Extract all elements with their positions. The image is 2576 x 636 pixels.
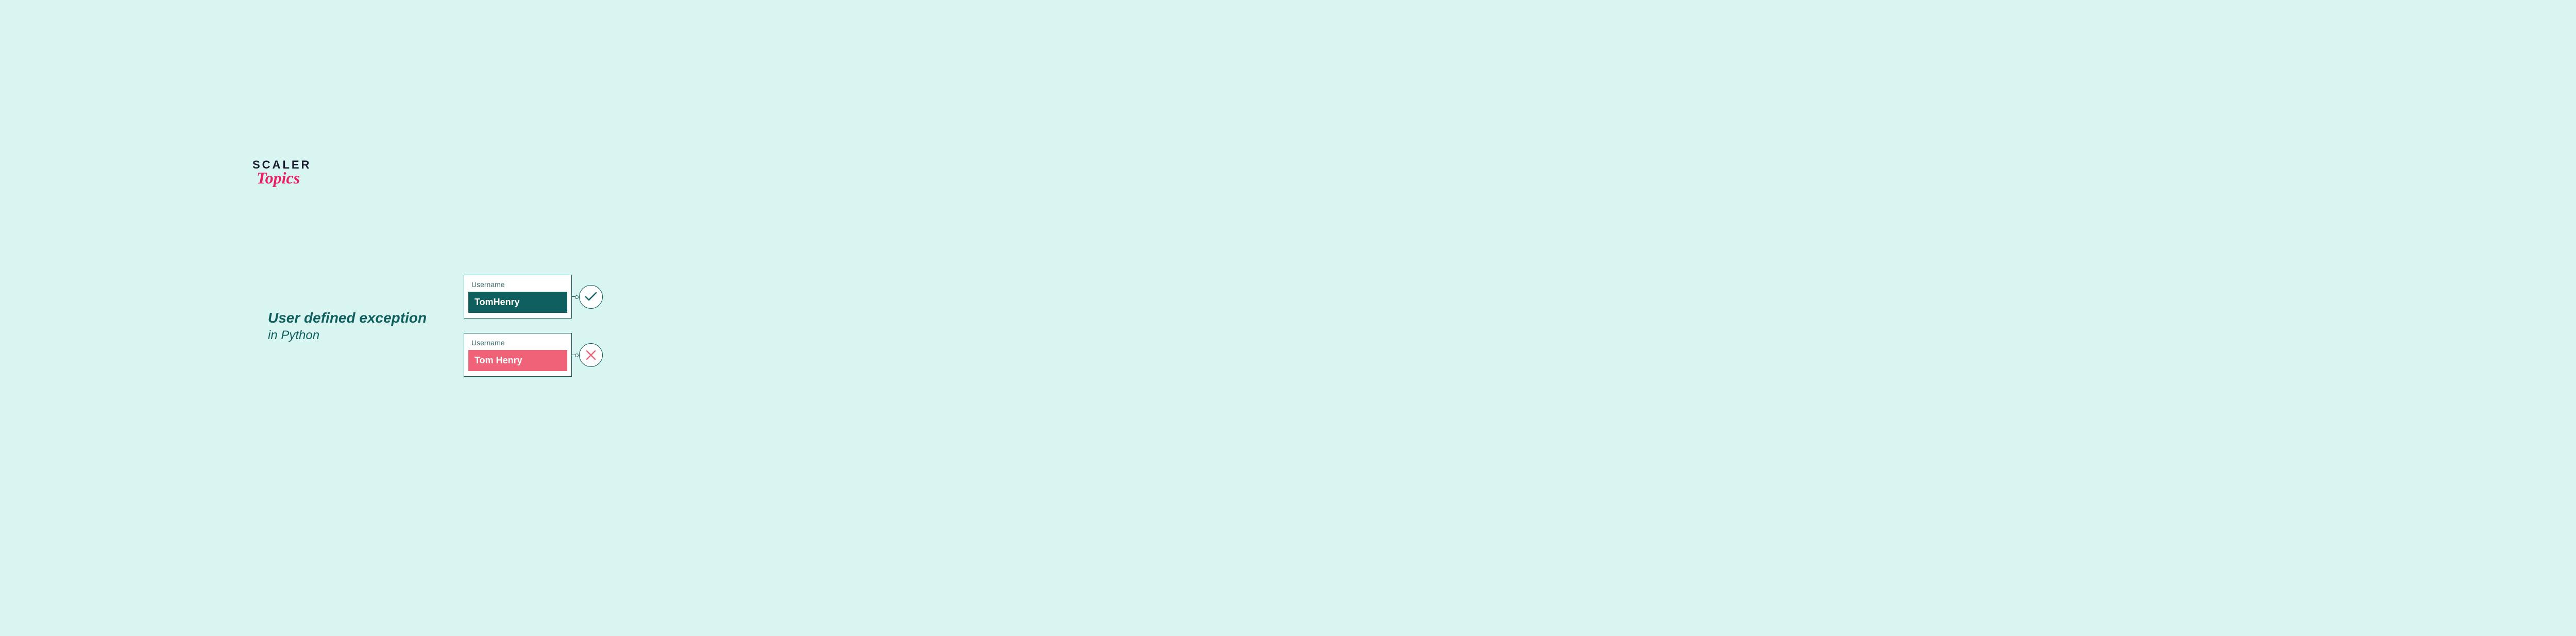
username-field-invalid: Tom Henry	[468, 350, 567, 371]
examples-column: Username TomHenry Username Tom Henry	[464, 275, 603, 377]
page-title: User defined exception	[268, 309, 433, 327]
cross-icon	[586, 350, 596, 360]
scaler-logo: SCALER Topics	[252, 158, 311, 188]
diagram-container: SCALER Topics User defined exception in …	[268, 220, 1072, 431]
valid-username-card: Username TomHenry	[464, 275, 572, 319]
invalid-example-row: Username Tom Henry	[464, 333, 603, 377]
heading-block: User defined exception in Python	[268, 309, 433, 343]
check-icon	[585, 292, 597, 302]
page-subtitle: in Python	[268, 328, 433, 343]
username-label: Username	[471, 339, 567, 347]
connector-line	[572, 296, 577, 297]
status-circle-valid	[579, 285, 603, 309]
username-field-valid: TomHenry	[468, 292, 567, 313]
invalid-username-card: Username Tom Henry	[464, 333, 572, 377]
status-circle-invalid	[579, 343, 603, 367]
valid-example-row: Username TomHenry	[464, 275, 603, 319]
username-label: Username	[471, 280, 567, 289]
